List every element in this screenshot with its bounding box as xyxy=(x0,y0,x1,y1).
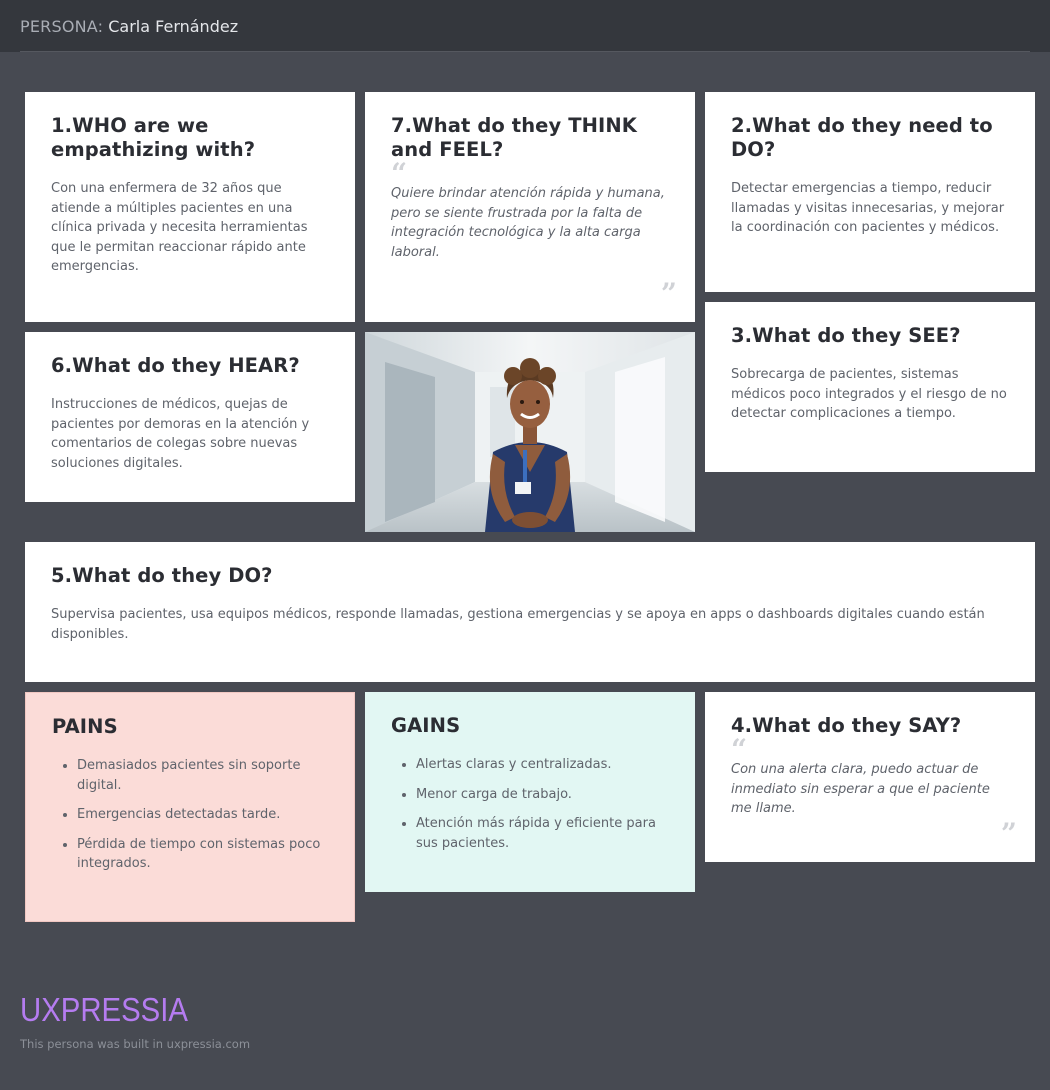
card-quote: Con una alerta clara, puedo actuar de in… xyxy=(731,762,990,816)
uxpressia-logo[interactable]: UXPRESSIA xyxy=(20,991,190,1029)
card-think-feel[interactable]: 7.What do they THINK and FEEL? “ Quiere … xyxy=(365,92,695,322)
persona-header: PERSONA: Carla Fernández xyxy=(0,0,1050,52)
card-text: Con una enfermera de 32 años que atiende… xyxy=(51,181,308,274)
card-pains[interactable]: PAINS Demasiados pacientes sin soporte d… xyxy=(25,692,355,922)
quote-open-icon: “ xyxy=(731,733,748,766)
list-item: Emergencias detectadas tarde. xyxy=(77,805,328,825)
quote-open-icon: “ xyxy=(391,157,408,190)
list-item: Atención más rápida y eficiente para sus… xyxy=(416,814,669,853)
card-see[interactable]: 3.What do they SEE? Sobrecarga de pacien… xyxy=(705,302,1035,472)
quote-close-icon: ” xyxy=(660,277,677,310)
card-title: GAINS xyxy=(391,714,461,737)
card-say[interactable]: 4.What do they SAY? “ Con una alerta cla… xyxy=(705,692,1035,862)
card-text: Supervisa pacientes, usa equipos médicos… xyxy=(51,607,985,642)
card-need-to-do[interactable]: 2.What do they need to DO? Detectar emer… xyxy=(705,92,1035,292)
quote-close-icon: ” xyxy=(1000,817,1017,850)
card-title: 5.What do they DO? xyxy=(51,564,273,587)
persona-name[interactable]: Carla Fernández xyxy=(108,17,238,36)
persona-label: PERSONA: xyxy=(20,16,104,36)
footer-credit[interactable]: This persona was built in uxpressia.com xyxy=(20,1037,250,1051)
card-text: Sobrecarga de pacientes, sistemas médico… xyxy=(731,367,1007,421)
card-hear[interactable]: 6.What do they HEAR? Instrucciones de mé… xyxy=(25,332,355,502)
card-title: 3.What do they SEE? xyxy=(731,324,961,347)
card-who[interactable]: 1.WHO are we empathizing with? Con una e… xyxy=(25,92,355,322)
nurse-photo-illustration xyxy=(365,332,695,532)
gains-list: Alertas claras y centralizadas. Menor ca… xyxy=(391,755,669,853)
card-quote: Quiere brindar atención rápida y humana,… xyxy=(391,186,665,260)
list-item: Menor carga de trabajo. xyxy=(416,785,669,805)
card-title: PAINS xyxy=(52,715,118,738)
card-title: 2.What do they need to DO? xyxy=(731,114,993,161)
card-text: Detectar emergencias a tiempo, reducir l… xyxy=(731,181,1005,235)
list-item: Demasiados pacientes sin soporte digital… xyxy=(77,756,328,795)
card-gains[interactable]: GAINS Alertas claras y centralizadas. Me… xyxy=(365,692,695,892)
logo-text: UXPRESSIA xyxy=(20,993,188,1025)
card-title: 7.What do they THINK and FEEL? xyxy=(391,114,638,161)
card-title: 1.WHO are we empathizing with? xyxy=(51,114,256,161)
pains-list: Demasiados pacientes sin soporte digital… xyxy=(52,756,328,874)
list-item: Pérdida de tiempo con sistemas poco inte… xyxy=(77,835,328,874)
list-item: Alertas claras y centralizadas. xyxy=(416,755,669,775)
card-do[interactable]: 5.What do they DO? Supervisa pacientes, … xyxy=(25,542,1035,682)
card-title: 4.What do they SAY? xyxy=(731,714,962,737)
card-text: Instrucciones de médicos, quejas de paci… xyxy=(51,397,310,471)
card-title: 6.What do they HEAR? xyxy=(51,354,300,377)
persona-photo[interactable] xyxy=(365,332,695,532)
